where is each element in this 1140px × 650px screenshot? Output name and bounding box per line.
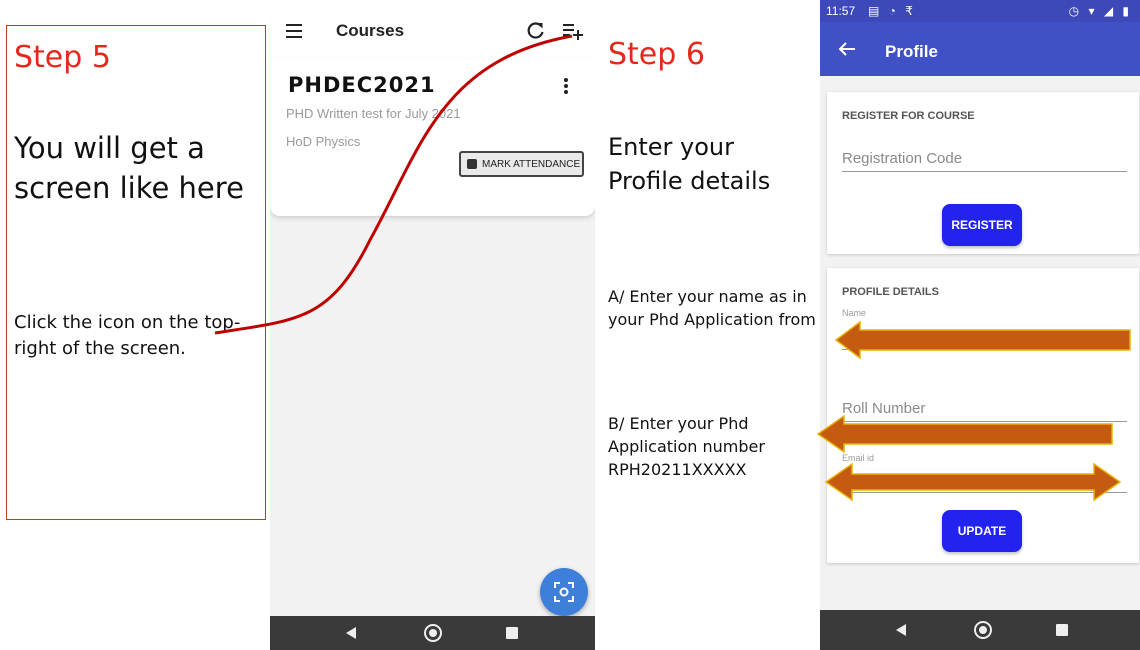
step6-instruction-a: A/ Enter your name as in your Phd Applic…: [608, 287, 816, 329]
refresh-icon[interactable]: [526, 20, 546, 40]
system-status-icons: ◷ ▾ ◢ ▮: [1068, 4, 1132, 18]
course-owner: HoD Physics: [286, 134, 361, 149]
nav-back-icon[interactable]: [346, 627, 356, 639]
profile-screen: 11:57 ▤ ◔ ₹ ◷ ▾ ◢ ▮ Profile REGISTER FOR…: [820, 0, 1140, 650]
notification-icons: ▤ ◔ ₹: [868, 4, 916, 18]
email-input[interactable]: [842, 473, 1127, 494]
name-field: [842, 330, 1127, 351]
nav-back-icon[interactable]: [896, 624, 906, 636]
name-label: Name: [842, 308, 867, 318]
register-section-title: REGISTER FOR COURSE: [842, 110, 975, 122]
back-arrow-icon[interactable]: [838, 41, 856, 57]
course-card[interactable]: PHDEC2021 PHD Written test for July 2021…: [270, 58, 595, 216]
course-description: PHD Written test for July 2021: [286, 106, 461, 121]
email-field: [842, 473, 1127, 494]
step5-instruction: Click the icon on the top-right of the s…: [14, 312, 241, 359]
status-bar: 11:57 ▤ ◔ ₹ ◷ ▾ ◢ ▮: [820, 0, 1140, 22]
more-options-icon[interactable]: [564, 78, 568, 94]
update-button[interactable]: UPDATE: [942, 510, 1022, 552]
courses-screen: Courses PHDEC2021 PHD Written test for J…: [270, 0, 595, 650]
registration-code-input[interactable]: [842, 150, 1127, 171]
mark-attendance-button[interactable]: MARK ATTENDANCE: [459, 151, 584, 177]
nav-recent-icon[interactable]: [1056, 624, 1068, 636]
nav-home-icon[interactable]: [424, 624, 442, 642]
registration-code-field: [842, 150, 1127, 172]
nav-recent-icon[interactable]: [506, 627, 518, 639]
name-input[interactable]: [842, 330, 1127, 351]
step5-instruction-box: Step 5 You will get a screen like here C…: [6, 25, 266, 520]
register-course-card: REGISTER FOR COURSE REGISTER: [827, 92, 1139, 254]
hamburger-menu-icon[interactable]: [286, 24, 302, 38]
playlist-add-icon[interactable]: [562, 20, 584, 40]
profile-details-card: PROFILE DETAILS Name Email id UPDATE: [827, 268, 1139, 563]
step5-title: Step 5: [14, 40, 111, 75]
android-navbar-profile: [820, 610, 1140, 650]
course-code: PHDEC2021: [288, 73, 436, 97]
courses-appbar: Courses: [270, 0, 595, 62]
mark-attendance-label: MARK ATTENDANCE: [482, 158, 581, 170]
roll-number-field: [842, 400, 1127, 422]
scan-fab-button[interactable]: [540, 568, 588, 616]
status-time: 11:57: [826, 4, 856, 18]
step6-heading: Enter your Profile details: [608, 133, 771, 195]
step6-instruction-b: B/ Enter your Phd Application number RPH…: [608, 414, 765, 479]
email-label: Email id: [842, 453, 875, 463]
badge-icon: [467, 159, 477, 169]
profile-title: Profile: [885, 42, 938, 61]
profile-appbar: Profile: [820, 22, 1140, 76]
profile-section-title: PROFILE DETAILS: [842, 286, 939, 298]
roll-number-input[interactable]: [842, 400, 1127, 421]
scan-icon: [554, 582, 574, 602]
nav-home-icon[interactable]: [974, 621, 992, 639]
step5-heading: You will get a screen like here: [14, 131, 244, 205]
android-navbar: [270, 616, 595, 650]
courses-title: Courses: [336, 21, 405, 40]
register-button[interactable]: REGISTER: [942, 204, 1022, 246]
step6-title: Step 6: [608, 37, 705, 72]
